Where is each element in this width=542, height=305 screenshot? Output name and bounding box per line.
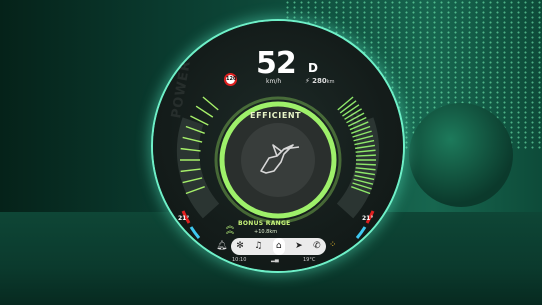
temp-right: 21° — [362, 215, 374, 222]
bell-icon[interactable]: 🔔︎ — [216, 241, 227, 251]
temp-left: 21° — [178, 215, 190, 222]
power-gauge-tick — [202, 96, 219, 111]
music-icon[interactable]: ♫ — [254, 238, 262, 255]
bonus-unit: km — [269, 229, 278, 235]
regen-gauge-track — [336, 117, 380, 219]
power-gauge-tick — [195, 105, 214, 118]
speed-limit-sign: 120 — [224, 73, 237, 86]
regen-gauge-tick — [355, 154, 376, 157]
range-unit: km — [326, 79, 335, 85]
regen-gauge-label: B — [349, 109, 362, 128]
plug-icon: ⚡ — [305, 77, 310, 85]
clock: 10:10 — [232, 257, 247, 263]
apps-icon[interactable]: ⁘ — [329, 240, 337, 250]
outside-temperature: 19°C — [303, 257, 316, 263]
gear-indicator: D — [308, 61, 318, 75]
power-gauge-track — [176, 117, 220, 219]
bonus-range-title: BONUS RANGE — [238, 220, 291, 227]
mode-icon-disc — [241, 123, 315, 197]
home-icon[interactable]: ⌂ — [272, 238, 285, 255]
regen-gauge-tick — [355, 163, 376, 166]
regen-gauge-tick — [337, 96, 354, 111]
instrument-cluster: POWER B 120 52 km/h D ⚡ 280km EFFICIENT … — [153, 21, 403, 271]
background-scene: POWER B 120 52 km/h D ⚡ 280km EFFICIENT … — [0, 0, 542, 305]
app-dock: ✻ ♫ ⌂ ➤ ✆ — [231, 238, 326, 255]
bonus-range-value: +10.8km — [254, 229, 277, 235]
fan-icon[interactable]: ✻ — [236, 238, 244, 255]
speed-value: 52 — [256, 46, 297, 81]
navigation-icon[interactable]: ➤ — [295, 238, 303, 255]
decorative-sphere — [409, 103, 513, 207]
speed-unit: km/h — [266, 78, 282, 85]
drive-mode-label: EFFICIENT — [250, 111, 302, 120]
range-value: 280 — [312, 77, 327, 85]
bonus-chevron-icon: ︽ ︽ — [226, 221, 234, 235]
range-readout: ⚡ 280km — [305, 77, 335, 85]
bonus-value: +10.8 — [254, 229, 270, 235]
phone-icon[interactable]: ✆ — [313, 238, 321, 255]
signal-icon: ▂▄ — [271, 257, 279, 263]
